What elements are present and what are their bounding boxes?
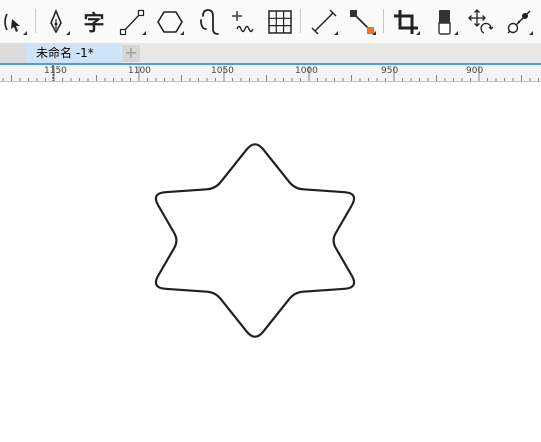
toolbox: 字	[0, 0, 541, 44]
plus-icon: +	[124, 43, 138, 62]
shape-tool-button[interactable]	[0, 7, 28, 37]
flyout-indicator	[529, 31, 533, 35]
flyout-indicator	[142, 31, 146, 35]
flyout-indicator	[416, 31, 420, 35]
toolbar-separator	[35, 9, 36, 33]
crop-tool-button[interactable]	[391, 7, 421, 37]
flyout-indicator	[372, 31, 376, 35]
star-shape[interactable]	[154, 143, 356, 338]
connector-tool-button[interactable]	[347, 7, 377, 37]
line-tool-button[interactable]	[117, 7, 147, 37]
artistic-media-icon	[232, 11, 254, 33]
spiral-icon	[200, 9, 219, 35]
horizontal-ruler[interactable]: 1150 1100 1050 1000 950 900	[0, 65, 541, 82]
ruler-label: 1000	[295, 66, 318, 76]
flyout-indicator	[454, 31, 458, 35]
ruler-label: 950	[381, 66, 399, 76]
text-tool-button[interactable]: 字	[79, 7, 109, 37]
flyout-indicator	[23, 31, 27, 35]
artistic-media-tool-button[interactable]	[228, 7, 258, 37]
text-icon: 字	[84, 11, 105, 35]
ruler-label: 1100	[128, 66, 151, 76]
ruler-label: 1050	[211, 66, 234, 76]
canvas-svg	[154, 143, 356, 338]
free-transform-icon	[468, 9, 494, 34]
polygon-tool-button[interactable]	[155, 7, 185, 37]
welcome-tab[interactable]	[0, 43, 26, 64]
flyout-indicator	[334, 31, 338, 35]
ruler-label: 1150	[44, 66, 67, 76]
spiral-tool-button[interactable]	[193, 7, 223, 37]
blend-tool-button[interactable]	[504, 7, 534, 37]
flyout-indicator	[180, 31, 184, 35]
dimension-tool-button[interactable]	[309, 7, 339, 37]
document-tab[interactable]: 未命名 -1*	[26, 43, 121, 64]
ruler-ticks	[2, 65, 539, 81]
pen-tool-button[interactable]	[41, 7, 71, 37]
table-icon	[268, 10, 292, 34]
toolbar-separator	[383, 9, 384, 33]
eraser-tool-button[interactable]	[429, 7, 459, 37]
drawing-canvas[interactable]	[0, 82, 541, 438]
flyout-indicator	[66, 31, 70, 35]
transform-tool-button[interactable]	[466, 7, 496, 37]
document-tab-title: 未命名 -1*	[36, 46, 94, 60]
toolbar-separator	[300, 9, 301, 33]
table-tool-button[interactable]	[265, 7, 295, 37]
document-tab-bar: 未命名 -1* +	[0, 43, 541, 64]
add-document-button[interactable]: +	[122, 45, 140, 62]
ruler-label: 900	[466, 66, 484, 76]
svg-text:字: 字	[84, 11, 105, 35]
